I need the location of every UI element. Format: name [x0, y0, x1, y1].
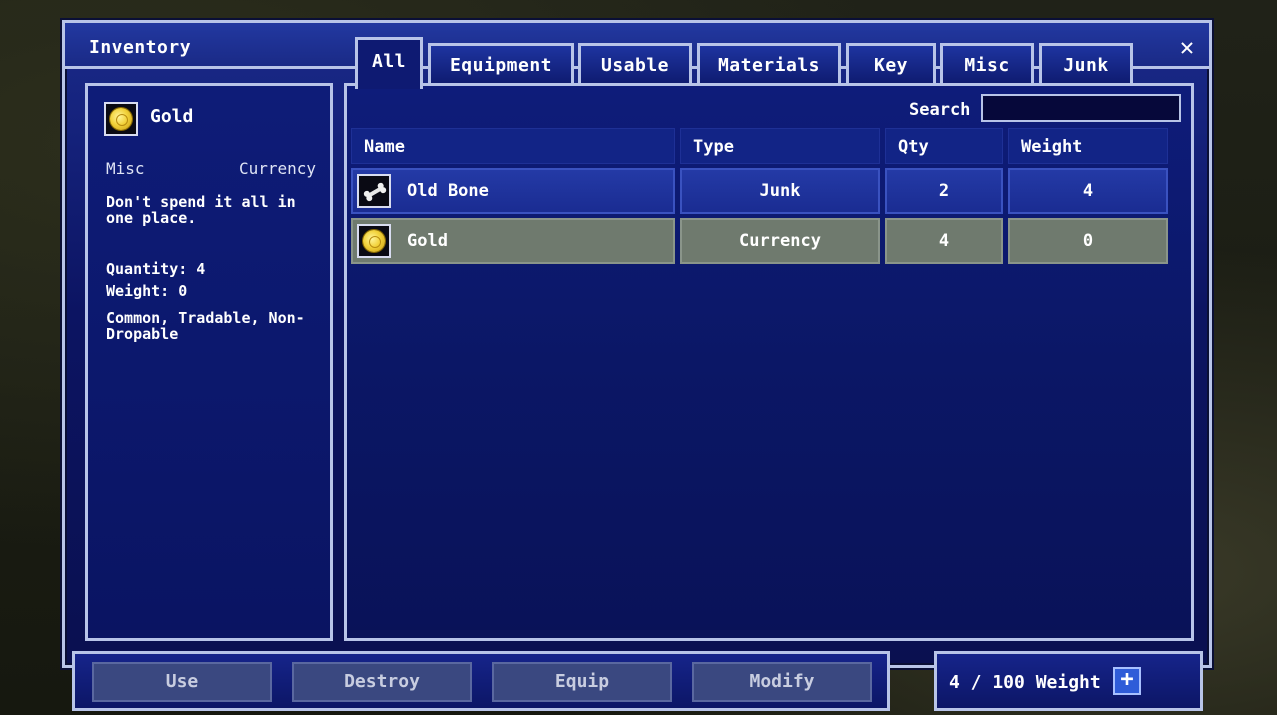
destroy-button[interactable]: Destroy [292, 662, 472, 702]
row-name-cell: Gold [351, 218, 675, 264]
weight-capacity-text: 4 / 100 Weight [949, 672, 1101, 693]
row-qty: 4 [885, 218, 1003, 264]
row-weight: 4 [1008, 168, 1168, 214]
equip-button[interactable]: Equip [492, 662, 672, 702]
gold-coin-icon [104, 102, 138, 136]
column-header-weight[interactable]: Weight [1008, 128, 1168, 164]
item-category: Misc [106, 159, 145, 178]
use-button[interactable]: Use [92, 662, 272, 702]
action-bar: Use Destroy Equip Modify [72, 651, 890, 711]
inventory-window: Inventory ✕ All Equipment Usable Materia… [62, 20, 1212, 668]
tab-all[interactable]: All [355, 37, 423, 89]
row-weight: 0 [1008, 218, 1168, 264]
row-name: Old Bone [407, 181, 489, 201]
search-input[interactable] [981, 94, 1181, 122]
row-name: Gold [407, 231, 448, 251]
row-type: Junk [680, 168, 880, 214]
tab-materials[interactable]: Materials [697, 43, 841, 85]
item-subcategory: Currency [238, 159, 316, 178]
modify-button[interactable]: Modify [692, 662, 872, 702]
item-list-panel: Search Name Type Qty Weight Old Bone Jun… [344, 83, 1194, 641]
row-name-cell: Old Bone [351, 168, 675, 214]
item-stats: Quantity: 4 Weight: 0 [106, 258, 205, 302]
row-type: Currency [680, 218, 880, 264]
column-header-name[interactable]: Name [351, 128, 675, 164]
bone-icon [357, 174, 391, 208]
close-icon[interactable]: ✕ [1173, 33, 1201, 61]
item-weight: Weight: 0 [106, 282, 188, 300]
tab-misc[interactable]: Misc [940, 43, 1034, 85]
search-label: Search [909, 100, 971, 120]
item-details-panel: Gold Misc Currency Don't spend it all in… [85, 83, 333, 641]
tab-equipment[interactable]: Equipment [428, 43, 574, 85]
column-header-type[interactable]: Type [680, 128, 880, 164]
item-flags: Common, Tradable, Non-Dropable [106, 309, 305, 343]
tab-key[interactable]: Key [846, 43, 936, 85]
row-qty: 2 [885, 168, 1003, 214]
weight-capacity-bar: 4 / 100 Weight + [934, 651, 1203, 711]
window-title: Inventory [89, 37, 192, 58]
item-quantity: Quantity: 4 [106, 260, 206, 278]
gold-coin-icon [357, 224, 391, 258]
tab-junk[interactable]: Junk [1039, 43, 1133, 85]
plus-icon[interactable]: + [1113, 667, 1141, 695]
column-header-qty[interactable]: Qty [885, 128, 1003, 164]
item-description: Don't spend it all in one place. [106, 193, 296, 227]
tab-usable[interactable]: Usable [578, 43, 692, 85]
item-name: Gold [150, 106, 194, 127]
